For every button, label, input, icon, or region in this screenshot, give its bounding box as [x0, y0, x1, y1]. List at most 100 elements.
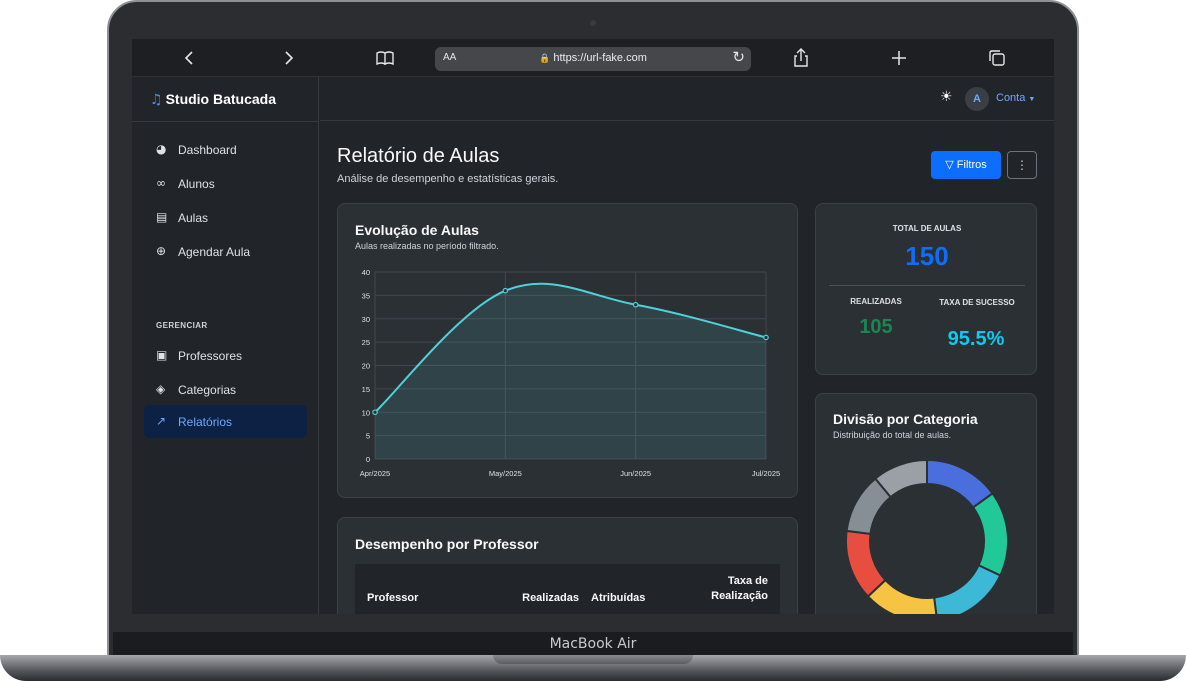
- category-donut-chart: [845, 458, 1009, 614]
- sidebar-item-agendar-aula[interactable]: ⊕ Agendar Aula: [144, 235, 307, 268]
- sidebar-section-heading: GERENCIAR: [156, 321, 208, 330]
- filter-icon: ▽: [945, 159, 954, 171]
- sun-icon[interactable]: ☀: [940, 89, 953, 105]
- easel-icon: ▣: [156, 348, 168, 362]
- sidebar-item-label: Agendar Aula: [178, 245, 251, 259]
- sidebar-item-label: Relatórios: [178, 415, 233, 429]
- card-subtitle: Distribuição do total de aulas.: [833, 430, 952, 440]
- card-subtitle: Aulas realizadas no período filtrado.: [355, 241, 499, 251]
- main-content: Relatório de Aulas Análise de desempenho…: [320, 121, 1054, 614]
- data-point: [763, 334, 769, 341]
- category-card: Divisão por Categoria Distribuição do to…: [815, 393, 1037, 614]
- laptop-notch: [493, 655, 693, 664]
- sidebar-item-categorias[interactable]: ◈ Categorias: [144, 373, 307, 406]
- caret-down-icon: ▼: [1028, 96, 1036, 103]
- brand[interactable]: ♫ Studio Batucada: [150, 91, 276, 108]
- people-icon: ∞: [156, 176, 166, 190]
- sidebar-item-label: Aulas: [178, 211, 209, 225]
- x-tick-label: Apr/2025: [360, 469, 390, 478]
- pie-slice: [971, 491, 1009, 577]
- account-dropdown[interactable]: Conta ▼: [996, 92, 1035, 104]
- x-tick-label: Jul/2025: [752, 469, 780, 478]
- device-label: MacBook Air: [549, 636, 637, 652]
- column-header-text: Taxa de Realização: [711, 575, 768, 602]
- sidebar-item-dashboard[interactable]: ◕ Dashboard: [144, 133, 307, 166]
- sidebar-item-professores[interactable]: ▣ Professores: [144, 339, 307, 372]
- done-value: 105: [859, 316, 893, 338]
- evolution-card: Evolução de Aulas Aulas realizadas no pe…: [337, 203, 798, 498]
- sidebar-item-aulas[interactable]: ▤ Aulas: [144, 201, 307, 234]
- brand-name: Studio Batucada: [165, 91, 277, 107]
- column-header[interactable]: Professor: [355, 564, 505, 614]
- total-value: 150: [905, 241, 949, 271]
- total-label: TOTAL DE AULAS: [892, 224, 962, 233]
- pie-slice: [845, 529, 887, 598]
- url-text: 🔒 https://url-fake.com: [435, 52, 751, 64]
- page-title: Relatório de Aulas: [337, 145, 500, 167]
- avatar[interactable]: A: [965, 87, 989, 111]
- topbar: ☀ A Conta ▼: [320, 77, 1054, 121]
- book-icon[interactable]: [372, 45, 398, 71]
- more-options-button[interactable]: ⋮: [1007, 151, 1037, 179]
- column-header[interactable]: Taxa de Realização: [655, 564, 780, 614]
- data-point: [632, 301, 639, 308]
- plus-icon[interactable]: [886, 45, 912, 71]
- y-tick-label: 5: [366, 432, 370, 441]
- divider: [132, 121, 319, 122]
- plus-circle-icon: ⊕: [156, 244, 167, 258]
- sidebar: ♫ Studio Batucada ◕ Dashboard ∞ Alunos ▤ …: [132, 77, 319, 614]
- card-title: Evolução de Aulas: [355, 222, 479, 238]
- data-point: [502, 287, 509, 294]
- lock-icon: 🔒: [539, 53, 551, 63]
- reload-icon[interactable]: ↻: [732, 48, 745, 66]
- sidebar-item-label: Professores: [178, 349, 243, 363]
- column-header[interactable]: Atribuídas: [585, 564, 655, 614]
- card-title: Desempenho por Professor: [355, 536, 539, 552]
- divider: [829, 285, 1025, 286]
- card-title: Divisão por Categoria: [833, 411, 978, 427]
- url-value: https://url-fake.com: [553, 52, 647, 64]
- camera-icon: [590, 20, 596, 26]
- account-label: Conta: [996, 92, 1026, 104]
- address-bar[interactable]: AA 🔒 https://url-fake.com ↻: [435, 47, 751, 71]
- evolution-chart: 0 5 10 15 20 25 30 35 40 Apr/2025 May/2025 Jun/2025…: [360, 268, 780, 478]
- graph-icon: ↗: [156, 414, 167, 428]
- y-tick-label: 30: [362, 315, 370, 324]
- laptop-chin: MacBook Air: [113, 632, 1073, 656]
- sidebar-item-relatorios[interactable]: ↗ Relatórios: [144, 405, 307, 438]
- y-tick-label: 15: [362, 385, 370, 394]
- y-tick-label: 40: [362, 268, 370, 277]
- column-header[interactable]: Realizadas: [505, 564, 585, 614]
- rate-label: TAXA DE SUCESSO: [939, 298, 1015, 307]
- pie-slice: [933, 563, 1002, 614]
- chevron-right-icon[interactable]: [275, 45, 301, 71]
- music-note-icon: ♫: [150, 92, 163, 108]
- chevron-left-icon[interactable]: [177, 45, 203, 71]
- speedometer-icon: ◕: [156, 142, 167, 156]
- done-label: REALIZADAS: [850, 297, 902, 306]
- rate-value: 95.5%: [947, 328, 1005, 350]
- performance-card: Desempenho por Professor Professor Reali…: [337, 517, 798, 614]
- browser-toolbar: AA 🔒 https://url-fake.com ↻: [132, 39, 1054, 77]
- x-tick-label: Jun/2025: [620, 469, 651, 478]
- sidebar-item-alunos[interactable]: ∞ Alunos: [144, 167, 307, 200]
- y-tick-label: 10: [362, 408, 370, 417]
- share-icon[interactable]: [788, 45, 814, 71]
- y-tick-label: 25: [362, 338, 370, 347]
- screen: AA 🔒 https://url-fake.com ↻ ♫ Studio Batu…: [132, 39, 1054, 614]
- list-icon: ▤: [156, 210, 168, 224]
- stats-card: TOTAL DE AULAS 150 REALIZADAS 105 TAXA D…: [815, 203, 1037, 375]
- tabs-icon[interactable]: [984, 45, 1010, 71]
- sidebar-item-label: Alunos: [178, 177, 215, 191]
- performance-table: Professor Realizadas Atribuídas Taxa de …: [355, 564, 780, 614]
- sidebar-item-label: Dashboard: [178, 143, 237, 157]
- x-tick-label: May/2025: [489, 469, 522, 478]
- filter-button[interactable]: ▽ Filtros: [931, 151, 1001, 179]
- page-subtitle: Análise de desempenho e estatísticas ger…: [337, 173, 559, 185]
- sidebar-item-label: Categorias: [178, 383, 237, 397]
- y-tick-label: 20: [362, 362, 370, 371]
- tag-icon: ◈: [156, 382, 166, 396]
- data-point: [372, 409, 378, 416]
- table-header-row: Professor Realizadas Atribuídas Taxa de …: [355, 564, 780, 614]
- y-tick-label: 0: [366, 455, 370, 464]
